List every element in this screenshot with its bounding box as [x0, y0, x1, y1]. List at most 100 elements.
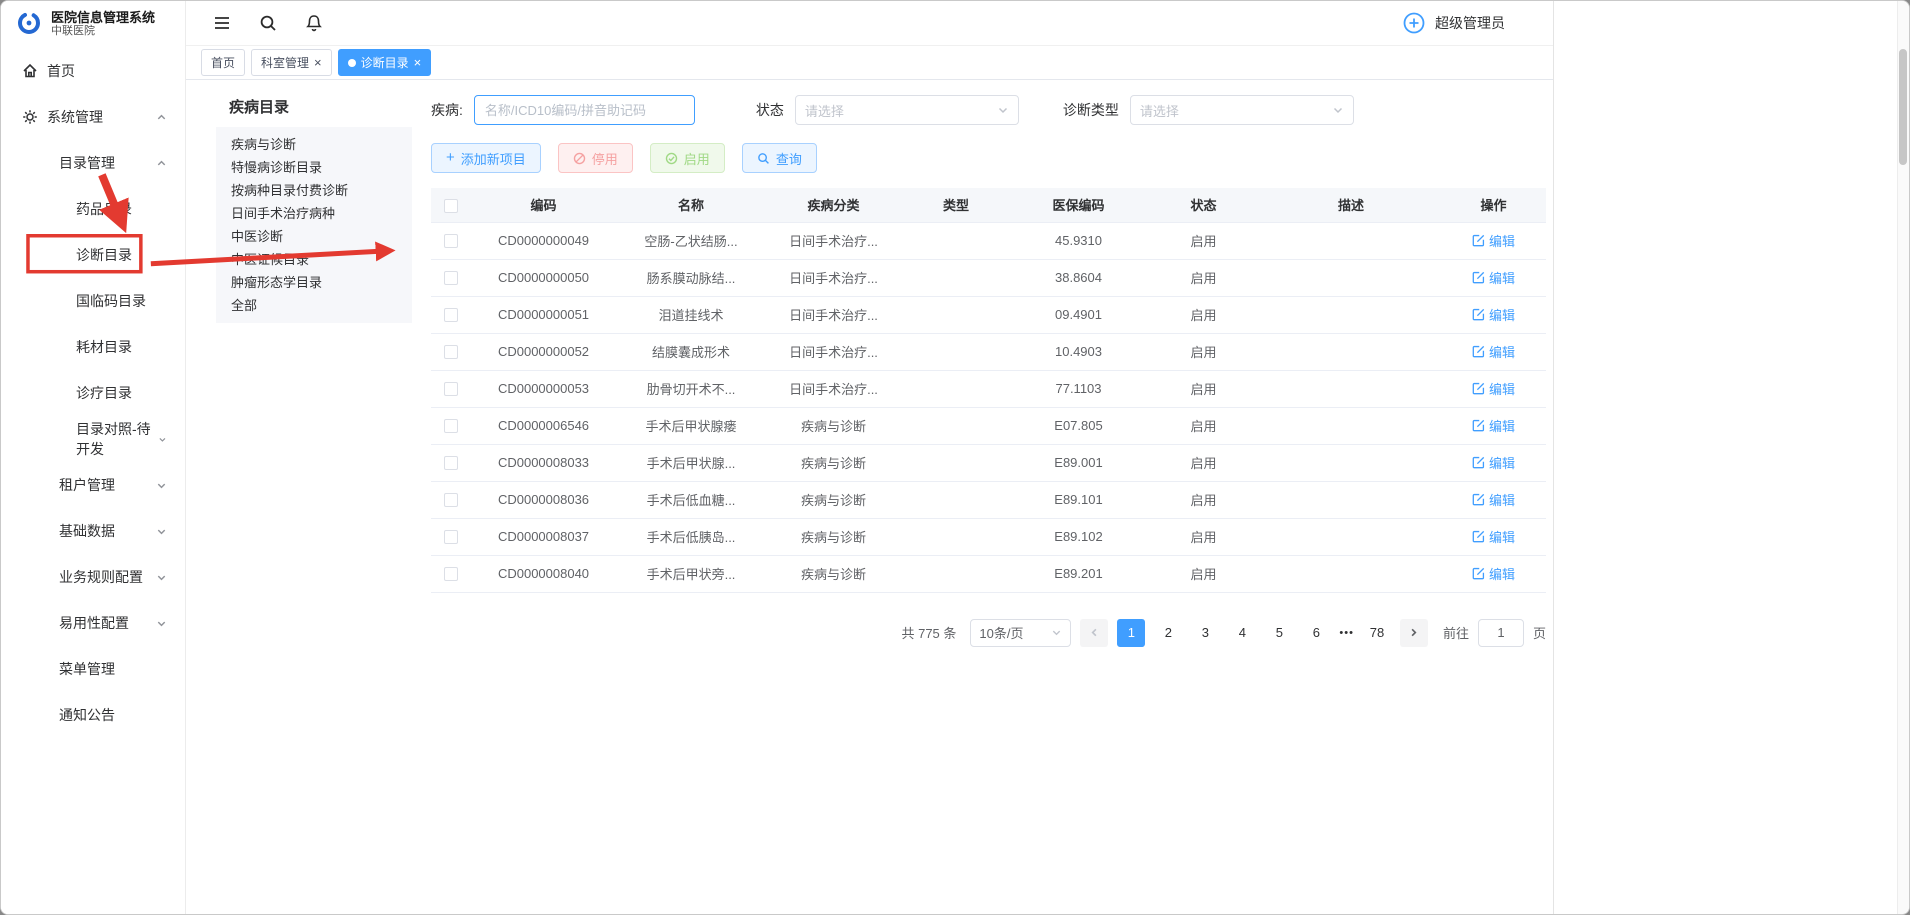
- sidebar-item-usability-config[interactable]: 易用性配置: [1, 600, 185, 646]
- edit-button[interactable]: 编辑: [1472, 379, 1515, 398]
- row-checkbox[interactable]: [444, 567, 458, 581]
- row-checkbox[interactable]: [444, 345, 458, 359]
- row-checkbox[interactable]: [444, 493, 458, 507]
- enable-button[interactable]: 启用: [650, 143, 725, 173]
- active-tab-dot: [348, 59, 356, 67]
- edit-button[interactable]: 编辑: [1472, 490, 1515, 509]
- row-checkbox[interactable]: [444, 308, 458, 322]
- tree-item[interactable]: 特慢病诊断目录: [216, 156, 412, 179]
- page-button-2[interactable]: 2: [1154, 619, 1182, 647]
- select-all-cell: [431, 188, 471, 222]
- row-checkbox[interactable]: [444, 382, 458, 396]
- prev-page-button[interactable]: [1080, 619, 1108, 647]
- table-row: CD0000000051 泪道挂线术 日间手术治疗... 09.4901 启用: [431, 296, 1546, 333]
- sidebar-item-basic-data[interactable]: 基础数据: [1, 508, 185, 554]
- cell-name: 手术后低血糖...: [616, 481, 766, 518]
- close-icon[interactable]: ×: [414, 56, 422, 69]
- cell-name: 手术后甲状旁...: [616, 555, 766, 592]
- sidebar-item-consumable-catalog[interactable]: 耗材目录: [1, 324, 185, 370]
- cell-description: [1261, 370, 1441, 407]
- add-item-button[interactable]: + 添加新项目: [431, 143, 541, 173]
- tree-item[interactable]: 中医诊断: [216, 225, 412, 248]
- cell-status: 启用: [1146, 481, 1261, 518]
- sidebar-item-notice[interactable]: 通知公告: [1, 692, 185, 738]
- edit-button[interactable]: 编辑: [1472, 453, 1515, 472]
- next-page-button[interactable]: [1400, 619, 1428, 647]
- diag-type-select[interactable]: 请选择: [1130, 95, 1354, 125]
- checkbox-cell: [431, 555, 471, 592]
- page-button-last[interactable]: 78: [1363, 619, 1391, 647]
- sidebar-item-clinical-code-catalog[interactable]: 国临码目录: [1, 278, 185, 324]
- edit-button[interactable]: 编辑: [1472, 268, 1515, 287]
- edit-button[interactable]: 编辑: [1472, 305, 1515, 324]
- user-menu[interactable]: 超级管理员: [1402, 11, 1505, 35]
- search-icon[interactable]: [258, 13, 278, 33]
- tab-diagnosis-catalog[interactable]: 诊断目录 ×: [338, 49, 432, 76]
- tree-item[interactable]: 肿瘤形态学目录: [216, 271, 412, 294]
- sidebar-item-catalog-compare[interactable]: 目录对照-待开发: [1, 416, 185, 462]
- tab-bar: 首页 科室管理 × 诊断目录 ×: [186, 46, 1553, 80]
- table-row: CD0000006546 手术后甲状腺瘘 疾病与诊断 E07.805 启用: [431, 407, 1546, 444]
- sidebar: 医院信息管理系统 中联医院 首页 系统管理 目录管理: [1, 1, 186, 914]
- table-row: CD0000000050 肠系膜动脉结... 日间手术治疗... 38.8604…: [431, 259, 1546, 296]
- cell-status: 启用: [1146, 370, 1261, 407]
- cell-code: CD0000006546: [471, 407, 616, 444]
- disable-button[interactable]: 停用: [558, 143, 633, 173]
- status-select[interactable]: 请选择: [795, 95, 1019, 125]
- tab-home[interactable]: 首页: [201, 49, 245, 76]
- query-button[interactable]: 查询: [742, 143, 817, 173]
- page-button-3[interactable]: 3: [1191, 619, 1219, 647]
- tree-item[interactable]: 中医证候目录: [216, 248, 412, 271]
- sidebar-item-catalog-mgmt[interactable]: 目录管理: [1, 140, 185, 186]
- edit-button[interactable]: 编辑: [1472, 416, 1515, 435]
- tree-item[interactable]: 日间手术治疗病种: [216, 202, 412, 225]
- tree-item[interactable]: 疾病与诊断: [216, 133, 412, 156]
- sidebar-item-tenant-mgmt[interactable]: 租户管理: [1, 462, 185, 508]
- chevron-down-icon: [997, 104, 1009, 116]
- tree-item[interactable]: 按病种目录付费诊断: [216, 179, 412, 202]
- tab-dept-mgmt[interactable]: 科室管理 ×: [251, 49, 332, 76]
- close-icon[interactable]: ×: [314, 56, 322, 69]
- chevron-down-icon: [1332, 104, 1344, 116]
- sidebar-item-treatment-catalog[interactable]: 诊疗目录: [1, 370, 185, 416]
- sidebar-item-system-mgmt[interactable]: 系统管理: [1, 94, 185, 140]
- row-checkbox[interactable]: [444, 419, 458, 433]
- hamburger-menu-icon[interactable]: [212, 13, 232, 33]
- page-button-6[interactable]: 6: [1302, 619, 1330, 647]
- edit-label: 编辑: [1489, 564, 1515, 583]
- cell-status: 启用: [1146, 222, 1261, 259]
- row-checkbox[interactable]: [444, 234, 458, 248]
- chevron-down-icon: [156, 526, 167, 537]
- select-all-checkbox[interactable]: [444, 199, 458, 213]
- notification-bell-icon[interactable]: [304, 13, 324, 33]
- row-checkbox[interactable]: [444, 456, 458, 470]
- cell-name: 肋骨切开术不...: [616, 370, 766, 407]
- col-actions: 操作: [1441, 188, 1546, 222]
- sidebar-item-drug-catalog[interactable]: 药品目录: [1, 186, 185, 232]
- cell-actions: 编辑: [1441, 555, 1546, 592]
- row-checkbox[interactable]: [444, 271, 458, 285]
- cell-status: 启用: [1146, 555, 1261, 592]
- page-button-4[interactable]: 4: [1228, 619, 1256, 647]
- pages-ellipsis[interactable]: •••: [1339, 627, 1354, 639]
- sidebar-item-home[interactable]: 首页: [1, 48, 185, 94]
- page-size-select[interactable]: 10条/页: [970, 619, 1071, 647]
- edit-button[interactable]: 编辑: [1472, 342, 1515, 361]
- page-button-1[interactable]: 1: [1117, 619, 1145, 647]
- goto-page-input[interactable]: [1478, 619, 1524, 647]
- table-body: CD0000000049 空肠-乙状结肠... 日间手术治疗... 45.931…: [431, 222, 1546, 592]
- edit-button[interactable]: 编辑: [1472, 231, 1515, 250]
- row-checkbox[interactable]: [444, 530, 458, 544]
- scrollbar-thumb[interactable]: [1899, 49, 1907, 165]
- sidebar-menu: 首页 系统管理 目录管理 药品目录 诊断目录 国临码目: [1, 48, 185, 738]
- tree-item[interactable]: 全部: [216, 294, 412, 317]
- edit-button[interactable]: 编辑: [1472, 564, 1515, 583]
- disease-search-input[interactable]: [474, 95, 695, 125]
- sidebar-item-business-rules[interactable]: 业务规则配置: [1, 554, 185, 600]
- sidebar-item-menu-mgmt[interactable]: 菜单管理: [1, 646, 185, 692]
- checkbox-cell: [431, 481, 471, 518]
- sidebar-item-diagnosis-catalog[interactable]: 诊断目录: [1, 232, 185, 278]
- page-button-5[interactable]: 5: [1265, 619, 1293, 647]
- edit-button[interactable]: 编辑: [1472, 527, 1515, 546]
- cell-category: 疾病与诊断: [766, 444, 901, 481]
